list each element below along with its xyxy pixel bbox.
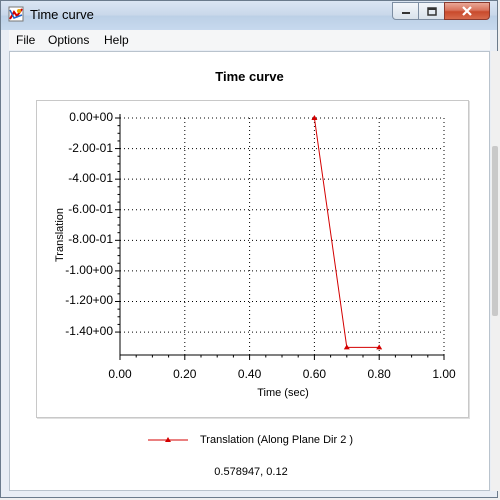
- close-button[interactable]: [444, 2, 490, 20]
- app-icon: [8, 6, 24, 22]
- chart-area: Time curve 0.00+00 -2.00-01 -4.00-01 -6.00-…: [9, 51, 490, 491]
- x-axis-label: Time (sec): [257, 387, 309, 399]
- scroll-thumb[interactable]: [492, 146, 498, 316]
- x-tick-label: 0.20: [173, 367, 197, 381]
- close-icon: [462, 6, 472, 16]
- window-title: Time curve: [30, 7, 94, 22]
- menu-help[interactable]: Help: [104, 33, 129, 47]
- y-tick-label: -1.20+00: [65, 293, 113, 308]
- vertical-scrollbar[interactable]: [491, 51, 499, 491]
- x-tick-label: 1.00: [432, 367, 456, 381]
- menu-file[interactable]: File: [16, 33, 35, 47]
- x-tick-label: 0.60: [302, 367, 327, 381]
- y-tick-label: -8.00-01: [68, 232, 113, 247]
- minimize-button[interactable]: [392, 2, 419, 20]
- y-axis-label: Translation: [54, 207, 66, 262]
- maximize-button[interactable]: [418, 2, 445, 20]
- y-tick-label: -1.00+00: [65, 262, 113, 277]
- x-tick-label: 0.00: [108, 367, 132, 381]
- legend-label: Translation (Along Plane Dir 2 ): [200, 434, 354, 446]
- x-tick-label: 0.80: [367, 367, 391, 381]
- maximize-icon: [426, 6, 437, 16]
- y-tick-label: -6.00-01: [68, 201, 113, 216]
- menu-options[interactable]: Options: [48, 33, 89, 47]
- y-tick-label: 0.00+00: [69, 110, 113, 124]
- menu-bar: File Options Help: [9, 30, 490, 50]
- time-curve-window: Time curve File Options Help Time curve …: [0, 0, 499, 498]
- y-tick-label: -1.40+00: [65, 324, 113, 339]
- cursor-coordinates: 0.578947, 0.12: [214, 466, 288, 478]
- legend-swatch: [148, 437, 188, 442]
- x-tick-label: 0.40: [237, 367, 262, 381]
- y-tick-label: -2.00-01: [68, 140, 113, 155]
- y-tick-label: -4.00-01: [68, 171, 113, 186]
- minimize-icon: [401, 12, 410, 14]
- series-line: [313, 117, 380, 348]
- title-bar[interactable]: Time curve: [1, 1, 497, 30]
